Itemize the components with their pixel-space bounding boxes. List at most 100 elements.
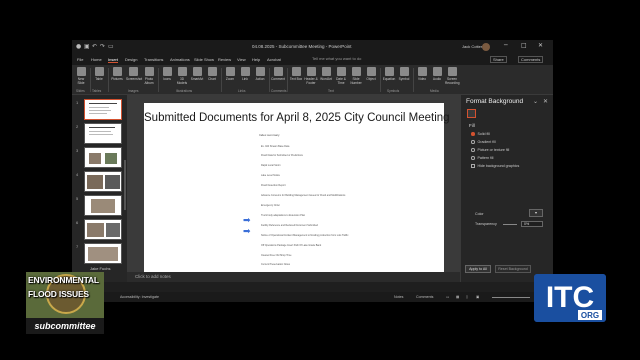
screenshot-button[interactable]: Screenshot [126,67,142,81]
slide-thumbnail[interactable] [84,99,122,120]
save-icon[interactable]: ▣ [84,43,90,50]
slide-canvas[interactable]: Submitted Documents for April 8, 2025 Ci… [144,103,450,272]
equation-button[interactable]: Equation [382,67,396,81]
normal-view-icon[interactable]: ▭ [446,295,449,299]
picture-fill-radio[interactable]: Picture or texture fill [471,148,509,152]
autosave-icon[interactable]: ● [76,43,81,50]
title-bar: ● ▣ ↶ ↷ ▭ 04.08.2025 - Subcommittee Meet… [72,40,553,55]
document-title: 04.08.2025 - Subcommittee Meeting - Powe… [252,44,352,49]
minimize-button[interactable]: ─ [504,42,508,49]
tab-home[interactable]: Home [91,57,102,62]
undo-icon[interactable]: ↶ [92,43,97,50]
solid-fill-radio[interactable]: Solid fill [471,132,490,136]
search-box[interactable]: Tell me what you want to do [312,56,402,63]
notes-pane[interactable]: Click to add notes [127,272,460,282]
slideshow-icon[interactable]: ▣ [476,295,479,299]
transparency-input[interactable]: 0% [521,221,543,227]
fill-section-header[interactable]: Fill [469,123,475,128]
accessibility-status[interactable]: Accessibility: Investigate [120,295,159,299]
pictures-button[interactable]: Pictures [110,67,124,81]
itc-letters: ITC [546,281,594,314]
document-list-item: Emergency Order [261,204,280,207]
close-button[interactable]: ✕ [538,42,543,49]
redo-icon[interactable]: ↷ [100,43,105,50]
audio-icon [432,67,442,76]
text-box-icon [291,67,301,76]
chevron-down-icon[interactable]: ⌄ [533,98,538,105]
notes-toggle[interactable]: Notes [394,295,403,299]
logo-line-1: ENVIRONMENTAL [28,275,99,285]
comments-button[interactable]: Comments [518,56,544,63]
table-button[interactable]: Table [92,67,106,81]
link-button[interactable]: Link [238,67,252,81]
itc-channel-logo: ITC ORG [534,274,606,322]
tab-review[interactable]: Review [218,57,231,62]
transparency-slider[interactable] [503,224,517,225]
slide-thumbnail[interactable] [84,219,122,240]
tab-slide-show[interactable]: Slide Show [194,57,214,62]
slide-sorter-icon[interactable]: ▦ [456,295,459,299]
slide-thumbnail[interactable] [84,147,122,168]
tab-design[interactable]: Design [125,57,137,62]
tab-help[interactable]: Help [252,57,260,62]
apply-to-all-button[interactable]: Apply to All [465,265,491,273]
slide-thumbnail[interactable] [84,123,122,144]
screen-recording-button[interactable]: Screen Recording [445,67,460,85]
smartart-button[interactable]: SmartArt [190,67,204,81]
notes-placeholder[interactable]: Click to add notes [135,274,171,279]
subcommittee-seal: ENVIRONMENTAL FLOOD ISSUES [26,272,104,318]
slide-thumbnail[interactable] [84,195,122,216]
presenter-caption: Jake Fuchs [90,266,111,271]
text-box-button[interactable]: Text Box [289,67,303,81]
video-button[interactable]: Video [415,67,429,81]
new-slide-button[interactable]: New Slide [74,67,88,85]
hide-background-checkbox[interactable]: Hide background graphics [471,164,519,168]
zoom-slider[interactable] [492,297,530,298]
tab-acrobat[interactable]: Acrobat [267,57,281,62]
zoom-button[interactable]: Zoom [223,67,237,81]
tab-file[interactable]: File [77,57,83,62]
gradient-fill-radio[interactable]: Gradient fill [471,140,496,144]
link-icon [240,67,250,76]
header-footer-button[interactable]: Header & Footer [304,67,318,85]
comment-button[interactable]: Comment [271,67,285,81]
slide-title[interactable]: Submitted Documents for April 8, 2025 Ci… [144,112,450,124]
icons-button[interactable]: Icons [160,67,174,81]
group-label-symbols: Symbols [387,89,400,93]
audio-button[interactable]: Audio [430,67,444,81]
ribbon-insert: New Slide Table Pictures Screenshot Phot… [72,65,553,95]
reset-background-button[interactable]: Reset Background [495,265,531,273]
fill-bucket-icon[interactable] [467,109,476,118]
3d-models-button[interactable]: 3D Models [175,67,189,85]
slide-number-button[interactable]: Slide Number [349,67,363,85]
chart-button[interactable]: Chart [205,67,219,81]
tab-animations[interactable]: Animations [170,57,190,62]
comments-toggle[interactable]: Comments [416,295,433,299]
tab-transitions[interactable]: Transitions [144,57,163,62]
document-list-item: Rapid Local Storm [261,164,281,167]
slide-thumbnail[interactable] [84,243,122,264]
wordart-button[interactable]: WordArt [319,67,333,81]
tab-view[interactable]: View [237,57,246,62]
share-button[interactable]: Share [490,56,507,63]
reading-view-icon[interactable]: ▯ [466,295,468,299]
present-icon[interactable]: ▭ [108,43,114,50]
color-picker-button[interactable]: ▾ [529,209,543,217]
action-button[interactable]: Action [253,67,267,81]
photo-album-button[interactable]: Photo Album [142,67,156,85]
close-icon[interactable]: ✕ [543,98,548,105]
object-button[interactable]: Object [364,67,378,81]
photo-album-icon [144,67,154,76]
pictures-icon [112,67,122,76]
thumbnail-scrollbar[interactable] [124,160,126,210]
tab-insert[interactable]: Insert [108,57,119,63]
date-time-button[interactable]: Date & Time [334,67,348,85]
wordart-icon [321,67,331,76]
checkbox-icon [471,164,475,168]
document-list-item: Current Preservation Notes [261,263,290,266]
maximize-button[interactable]: □ [521,42,527,49]
pattern-fill-radio[interactable]: Pattern fill [471,156,493,160]
slide-thumbnail[interactable] [84,171,122,192]
avatar[interactable] [482,43,490,51]
symbol-button[interactable]: Symbol [397,67,411,81]
